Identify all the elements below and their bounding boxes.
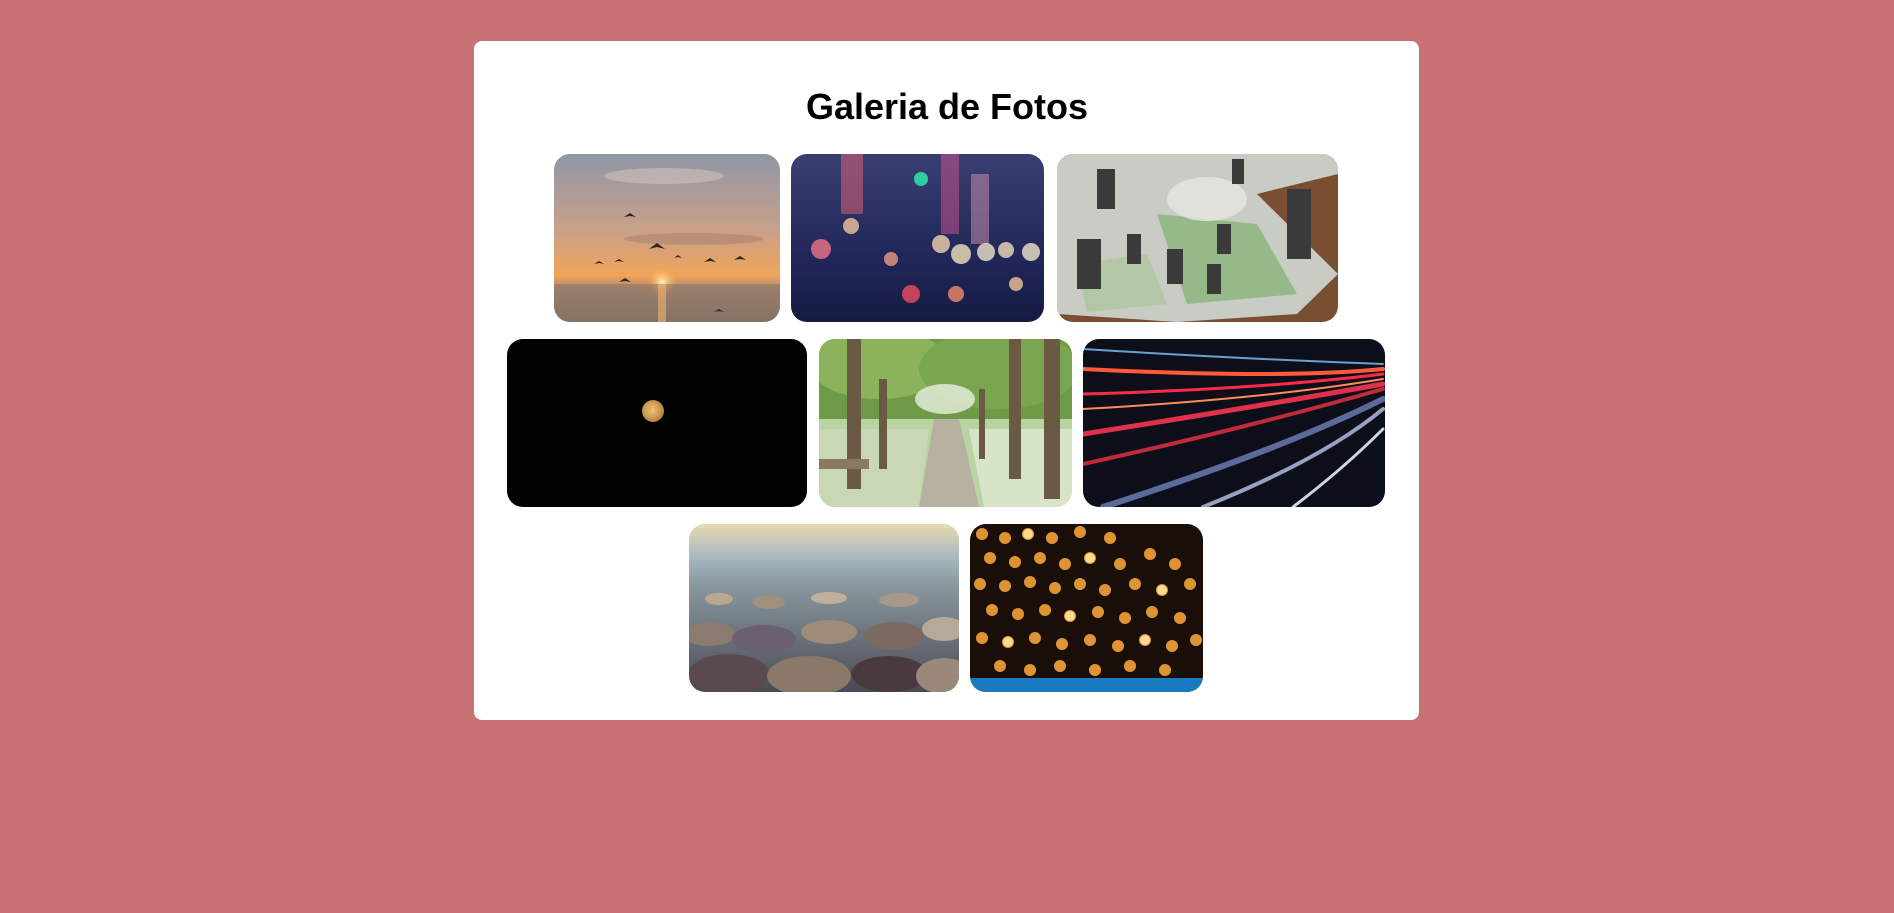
photo-orange-bokeh[interactable] — [970, 524, 1203, 692]
photo-pebbles-beach[interactable] — [689, 524, 959, 692]
photo-miniature-figures[interactable] — [1057, 154, 1338, 322]
photo-city-bokeh[interactable] — [791, 154, 1044, 322]
photo-seagulls-sunset[interactable] — [554, 154, 780, 322]
page-title: Galeria de Fotos — [805, 86, 1089, 127]
photo-park-path[interactable] — [819, 339, 1072, 507]
photo-light-trails[interactable] — [1083, 339, 1385, 507]
photo-moon-night[interactable] — [507, 339, 807, 507]
